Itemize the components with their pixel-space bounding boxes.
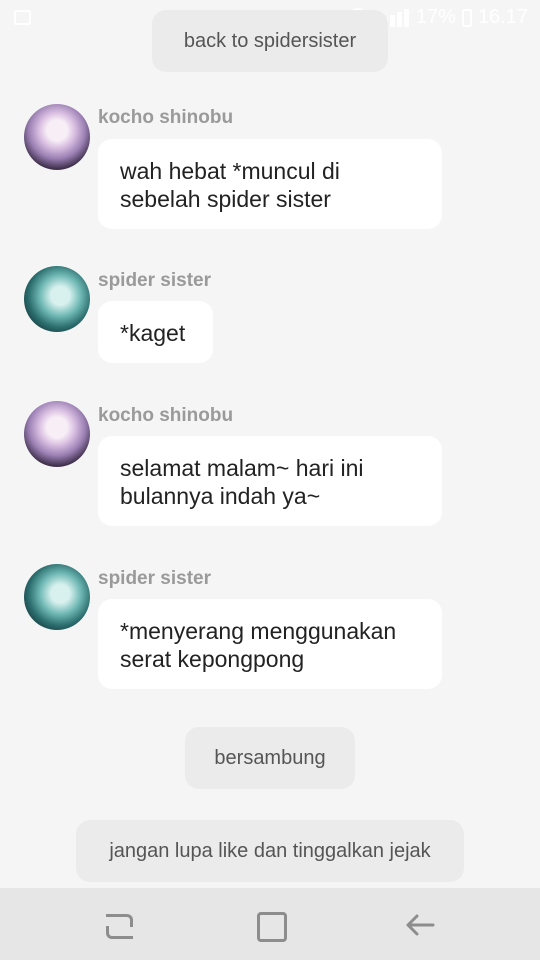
home-icon[interactable] bbox=[253, 908, 287, 942]
message-bubble: *menyerang menggunakan serat kepongpong bbox=[98, 599, 442, 689]
sender-name: spider sister bbox=[98, 568, 211, 589]
back-arrow-icon[interactable] bbox=[403, 908, 437, 942]
spider-avatar[interactable] bbox=[24, 564, 90, 630]
footer-note: jangan lupa like dan tinggalkan jejak bbox=[76, 820, 464, 882]
recent-apps-icon[interactable] bbox=[102, 908, 136, 942]
continue-label: bersambung bbox=[214, 746, 326, 769]
sender-name: kocho shinobu bbox=[98, 405, 234, 426]
message-bubble: *kaget bbox=[98, 301, 213, 363]
spider-avatar[interactable] bbox=[24, 266, 90, 332]
clock: 16.17 bbox=[477, 6, 528, 28]
message-bubble: selamat malam~ hari ini bulannya indah y… bbox=[98, 436, 442, 526]
footer-note-label: jangan lupa like dan tinggalkan jejak bbox=[109, 839, 431, 862]
back-to-chat-button[interactable]: back to spidersister bbox=[152, 10, 388, 72]
sender-name: kocho shinobu bbox=[98, 107, 234, 128]
continue-button[interactable]: bersambung bbox=[185, 727, 355, 789]
battery-percent: 17% bbox=[415, 6, 456, 28]
battery-icon bbox=[461, 8, 472, 27]
sender-name: spider sister bbox=[98, 270, 211, 291]
kocho-avatar[interactable] bbox=[24, 104, 90, 170]
kocho-avatar[interactable] bbox=[24, 401, 90, 467]
navigation-bar bbox=[0, 888, 540, 960]
back-to-chat-label: back to spidersister bbox=[183, 29, 357, 52]
image-notification-icon bbox=[14, 10, 31, 25]
message-bubble: wah hebat *muncul di sebelah spider sist… bbox=[98, 139, 442, 229]
